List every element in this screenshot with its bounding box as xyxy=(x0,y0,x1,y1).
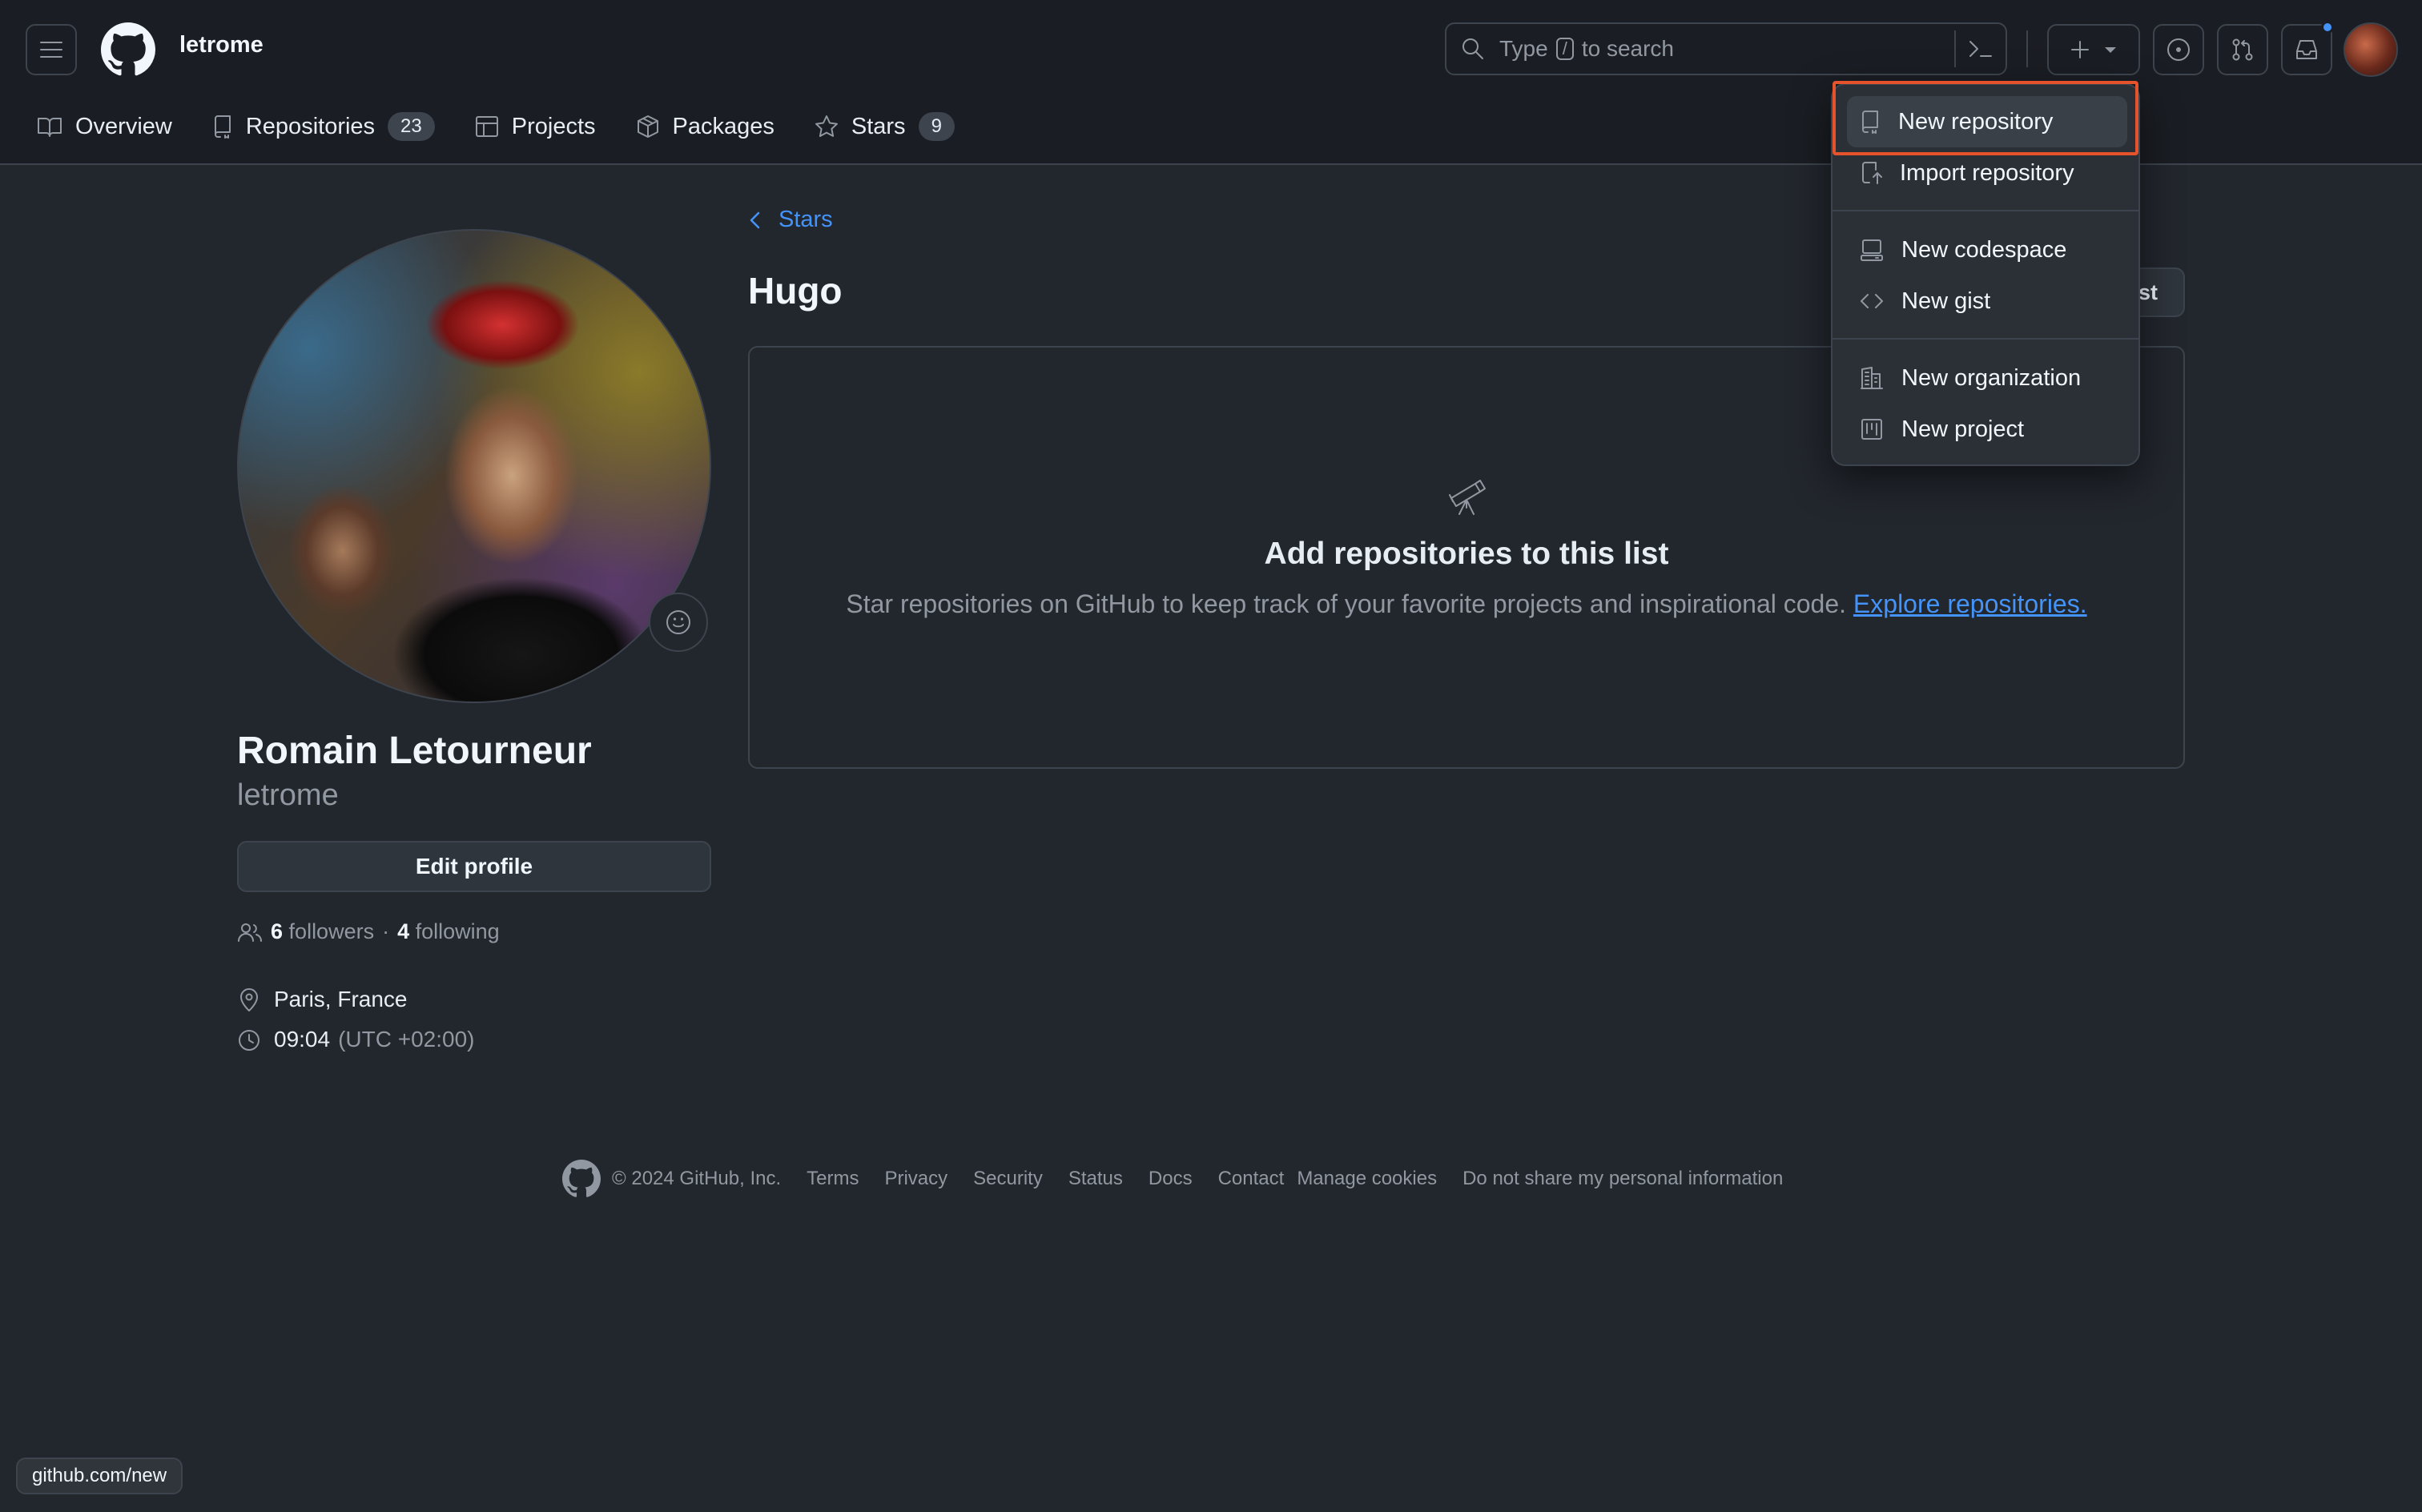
codespaces-icon xyxy=(1861,239,1883,261)
tab-projects[interactable]: Projects xyxy=(475,107,596,146)
profile-local-time: 09:04 (UTC +02:00) xyxy=(237,1027,474,1052)
repositories-count: 23 xyxy=(388,112,435,141)
tab-packages[interactable]: Packages xyxy=(636,107,774,146)
tab-stars[interactable]: Stars 9 xyxy=(815,107,955,146)
clock-icon xyxy=(239,1030,260,1051)
terminal-icon xyxy=(1969,41,1992,57)
table-icon xyxy=(475,116,498,137)
list-title: Hugo xyxy=(748,270,843,312)
breadcrumb-stars[interactable]: Stars xyxy=(778,207,833,233)
user-avatar[interactable] xyxy=(2344,22,2398,77)
repo-icon xyxy=(1862,111,1878,134)
search-placeholder: Type / to search xyxy=(1499,36,1674,61)
header-divider xyxy=(2026,30,2028,67)
footer-link-do-not-share[interactable]: Do not share my personal information xyxy=(1462,1168,1783,1190)
profile-tabs: Overview Repositories 23 Projects Packag… xyxy=(37,107,995,146)
code-icon xyxy=(1861,294,1883,308)
set-status-button[interactable] xyxy=(649,593,708,652)
menu-divider xyxy=(1833,210,2138,211)
profile-fullname: Romain Letourneur xyxy=(237,730,592,772)
location-icon xyxy=(240,988,258,1011)
pull-requests-button[interactable] xyxy=(2217,24,2268,75)
create-new-button[interactable] xyxy=(2047,24,2140,75)
link-preview-statusbar: github.com/new xyxy=(16,1458,183,1494)
project-icon xyxy=(1861,419,1882,440)
blank-slate-title: Add repositories to this list xyxy=(1264,537,1669,571)
star-icon xyxy=(815,115,838,137)
header-username[interactable]: letrome xyxy=(179,32,264,58)
footer-link-security[interactable]: Security xyxy=(973,1168,1043,1190)
menu-item-new-codespace[interactable]: New codespace xyxy=(1847,224,2127,275)
people-icon xyxy=(238,923,262,942)
edit-profile-button[interactable]: Edit profile xyxy=(237,841,711,892)
footer: © 2024 GitHub, Inc. Terms Privacy Securi… xyxy=(562,1160,1808,1198)
footer-link-status[interactable]: Status xyxy=(1068,1168,1123,1190)
menu-divider xyxy=(1833,338,2138,340)
create-new-menu: New repository Import repository New cod… xyxy=(1831,83,2140,466)
issue-opened-icon xyxy=(2167,38,2190,61)
github-logo-icon[interactable] xyxy=(101,22,155,77)
footer-link-docs[interactable]: Docs xyxy=(1149,1168,1193,1190)
tab-overview[interactable]: Overview xyxy=(37,107,172,146)
slash-key-hint: / xyxy=(1555,38,1574,60)
repo-push-icon xyxy=(1862,162,1882,184)
issues-button[interactable] xyxy=(2153,24,2204,75)
notification-indicator xyxy=(2321,21,2334,34)
inbox-icon xyxy=(2296,40,2317,59)
package-icon xyxy=(637,115,658,138)
footer-link-privacy[interactable]: Privacy xyxy=(884,1168,947,1190)
plus-icon xyxy=(2071,41,2089,58)
menu-button[interactable] xyxy=(26,24,77,75)
git-pull-request-icon xyxy=(2232,38,2253,61)
chevron-left-icon xyxy=(750,211,760,228)
breadcrumb[interactable]: Stars xyxy=(748,207,833,233)
followers-link[interactable]: 6 followers xyxy=(271,919,374,944)
book-icon xyxy=(38,118,62,137)
menu-item-new-gist[interactable]: New gist xyxy=(1847,275,2127,327)
follow-stats: 6 followers · 4 following xyxy=(237,919,500,944)
stars-count: 9 xyxy=(918,112,955,141)
footer-link-contact[interactable]: Contact xyxy=(1218,1168,1285,1190)
following-link[interactable]: 4 following xyxy=(397,919,500,944)
tab-repositories[interactable]: Repositories 23 xyxy=(212,107,435,146)
profile-handle: letrome xyxy=(237,778,339,812)
github-mark-icon[interactable] xyxy=(562,1160,601,1198)
profile-avatar[interactable] xyxy=(237,229,711,703)
menu-item-new-repository[interactable]: New repository xyxy=(1847,96,2127,147)
profile-location: Paris, France xyxy=(237,987,408,1012)
smiley-icon xyxy=(666,610,690,634)
telescope-icon xyxy=(1449,480,1486,515)
blank-slate-text: Star repositories on GitHub to keep trac… xyxy=(846,589,2087,618)
search-icon xyxy=(1462,38,1483,59)
footer-link-manage-cookies[interactable]: Manage cookies xyxy=(1297,1168,1437,1190)
menu-item-import-repository[interactable]: Import repository xyxy=(1847,147,2127,199)
footer-link-terms[interactable]: Terms xyxy=(807,1168,859,1190)
menu-item-new-organization[interactable]: New organization xyxy=(1847,352,2127,404)
triangle-down-icon xyxy=(2105,47,2116,53)
command-palette-button[interactable] xyxy=(1954,30,2006,67)
repo-icon xyxy=(214,115,231,139)
footer-copyright: © 2024 GitHub, Inc. xyxy=(612,1168,782,1189)
hamburger-icon xyxy=(40,42,62,58)
explore-repositories-link[interactable]: Explore repositories. xyxy=(1853,589,2087,618)
organization-icon xyxy=(1861,367,1883,389)
search-input[interactable]: Type / to search xyxy=(1445,22,2007,75)
menu-item-new-project[interactable]: New project xyxy=(1847,404,2127,455)
